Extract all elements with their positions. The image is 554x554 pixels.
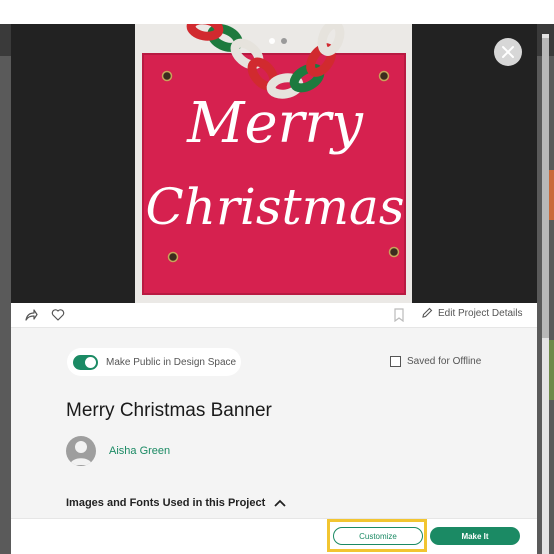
- project-photo: Merry Christmas: [135, 24, 412, 303]
- toggle-switch[interactable]: [73, 354, 98, 370]
- top-strip: [0, 0, 554, 24]
- saved-offline-label: Saved for Offline: [407, 356, 482, 367]
- banner-text-line1: Merry: [186, 91, 364, 156]
- heart-icon[interactable]: [50, 307, 66, 323]
- chevron-up-icon: [274, 499, 286, 507]
- pencil-icon: [422, 307, 433, 318]
- images-fonts-section-toggle[interactable]: Images and Fonts Used in this Project: [66, 497, 287, 509]
- checkbox[interactable]: [390, 356, 401, 367]
- edit-project-details-label: Edit Project Details: [438, 307, 523, 319]
- close-icon: [502, 46, 514, 58]
- close-button[interactable]: [494, 38, 522, 66]
- project-details: Make Public in Design Space Saved for Of…: [11, 328, 537, 518]
- project-modal: Merry Christmas Edit Project Details Mak…: [11, 24, 537, 554]
- avatar[interactable]: [66, 436, 96, 466]
- carousel-indicator: [269, 38, 287, 44]
- scrollbar-thumb[interactable]: [542, 38, 549, 338]
- scrollbar[interactable]: [542, 34, 549, 554]
- carousel-dot[interactable]: [269, 38, 275, 44]
- project-title: Merry Christmas Banner: [66, 400, 272, 421]
- make-public-label: Make Public in Design Space: [106, 356, 237, 368]
- banner-text-line2: Christmas: [146, 178, 405, 236]
- project-image-carousel: Merry Christmas: [11, 24, 537, 303]
- make-it-button[interactable]: Make It: [430, 527, 520, 545]
- user-avatar-icon: [70, 441, 92, 465]
- images-fonts-label: Images and Fonts Used in this Project: [66, 497, 266, 509]
- make-public-toggle[interactable]: Make Public in Design Space: [67, 348, 241, 376]
- customize-button[interactable]: Customize: [333, 527, 423, 545]
- author-link[interactable]: Aisha Green: [109, 445, 170, 457]
- edit-project-details-link[interactable]: Edit Project Details: [421, 307, 522, 319]
- modal-footer: Customize Make It: [11, 518, 537, 554]
- carousel-dot[interactable]: [281, 38, 287, 44]
- saved-offline-checkbox[interactable]: Saved for Offline: [390, 356, 481, 367]
- share-icon[interactable]: [23, 307, 39, 323]
- bookmark-icon[interactable]: [391, 307, 407, 323]
- project-action-bar: Edit Project Details: [11, 303, 537, 328]
